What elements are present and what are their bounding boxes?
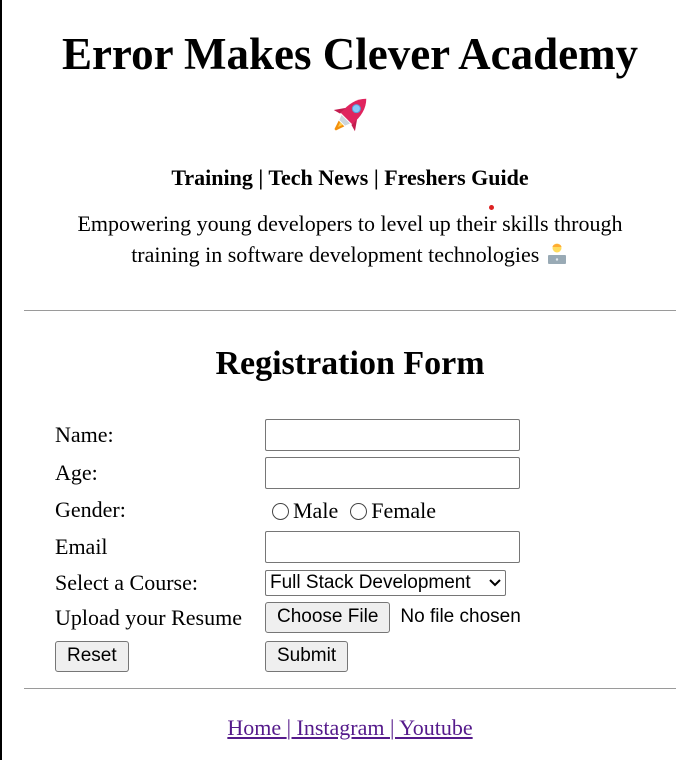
window-edge (0, 0, 2, 760)
course-label: Select a Course: (55, 570, 198, 595)
gender-male-radio[interactable] (272, 502, 289, 520)
resume-upload: Choose File No file chosen (265, 602, 521, 633)
youtube-link[interactable]: | Youtube (390, 715, 473, 740)
age-label: Age: (55, 460, 98, 485)
developer-icon (547, 243, 566, 264)
name-field-wrap (265, 419, 520, 451)
chevron-down-icon (489, 579, 501, 587)
submit-wrap: Submit (265, 641, 349, 672)
course-select[interactable]: Full Stack Development (265, 570, 506, 596)
gender-options: Male Female (265, 497, 436, 525)
gender-male-label: Male (293, 498, 339, 523)
rocket-icon (333, 98, 367, 132)
email-field-wrap (265, 531, 520, 563)
course-selected-value: Full Stack Development (270, 572, 471, 593)
tagline-line-2: training in software development technol… (131, 242, 540, 267)
decorative-dot (489, 205, 494, 210)
name-input[interactable] (265, 419, 520, 451)
submit-button[interactable]: Submit (265, 641, 349, 672)
tagline: Empowering young developers to level up … (24, 208, 676, 270)
home-link[interactable]: Home (227, 715, 286, 740)
age-field-wrap (265, 457, 520, 489)
reset-wrap: Reset (55, 641, 129, 672)
gender-label: Gender: (55, 497, 126, 522)
footer-links: Home | Instagram | Youtube (24, 714, 676, 742)
email-label: Email (55, 534, 108, 559)
file-status: No file chosen (400, 606, 521, 627)
site-title: Error Makes Clever Academy (61, 29, 639, 79)
choose-file-button[interactable]: Choose File (265, 602, 391, 633)
age-input[interactable] (265, 457, 520, 489)
form-title: Registration Form (215, 345, 485, 382)
gender-female-label: Female (371, 498, 436, 523)
header: Error Makes Clever Academy Training | Te… (24, 0, 676, 270)
top-nav: Training | Tech News | Freshers Guide (171, 165, 529, 190)
email-input[interactable] (265, 531, 520, 563)
header-divider (24, 310, 676, 311)
instagram-link[interactable]: | Instagram (287, 715, 390, 740)
course-select-wrap: Full Stack Development (265, 570, 506, 596)
reset-button[interactable]: Reset (55, 641, 129, 672)
footer-divider (24, 688, 676, 689)
tagline-line-1: Empowering young developers to level up … (77, 211, 623, 236)
gender-female-radio[interactable] (350, 502, 368, 520)
name-label: Name: (55, 422, 114, 447)
resume-label: Upload your Resume (55, 605, 242, 630)
